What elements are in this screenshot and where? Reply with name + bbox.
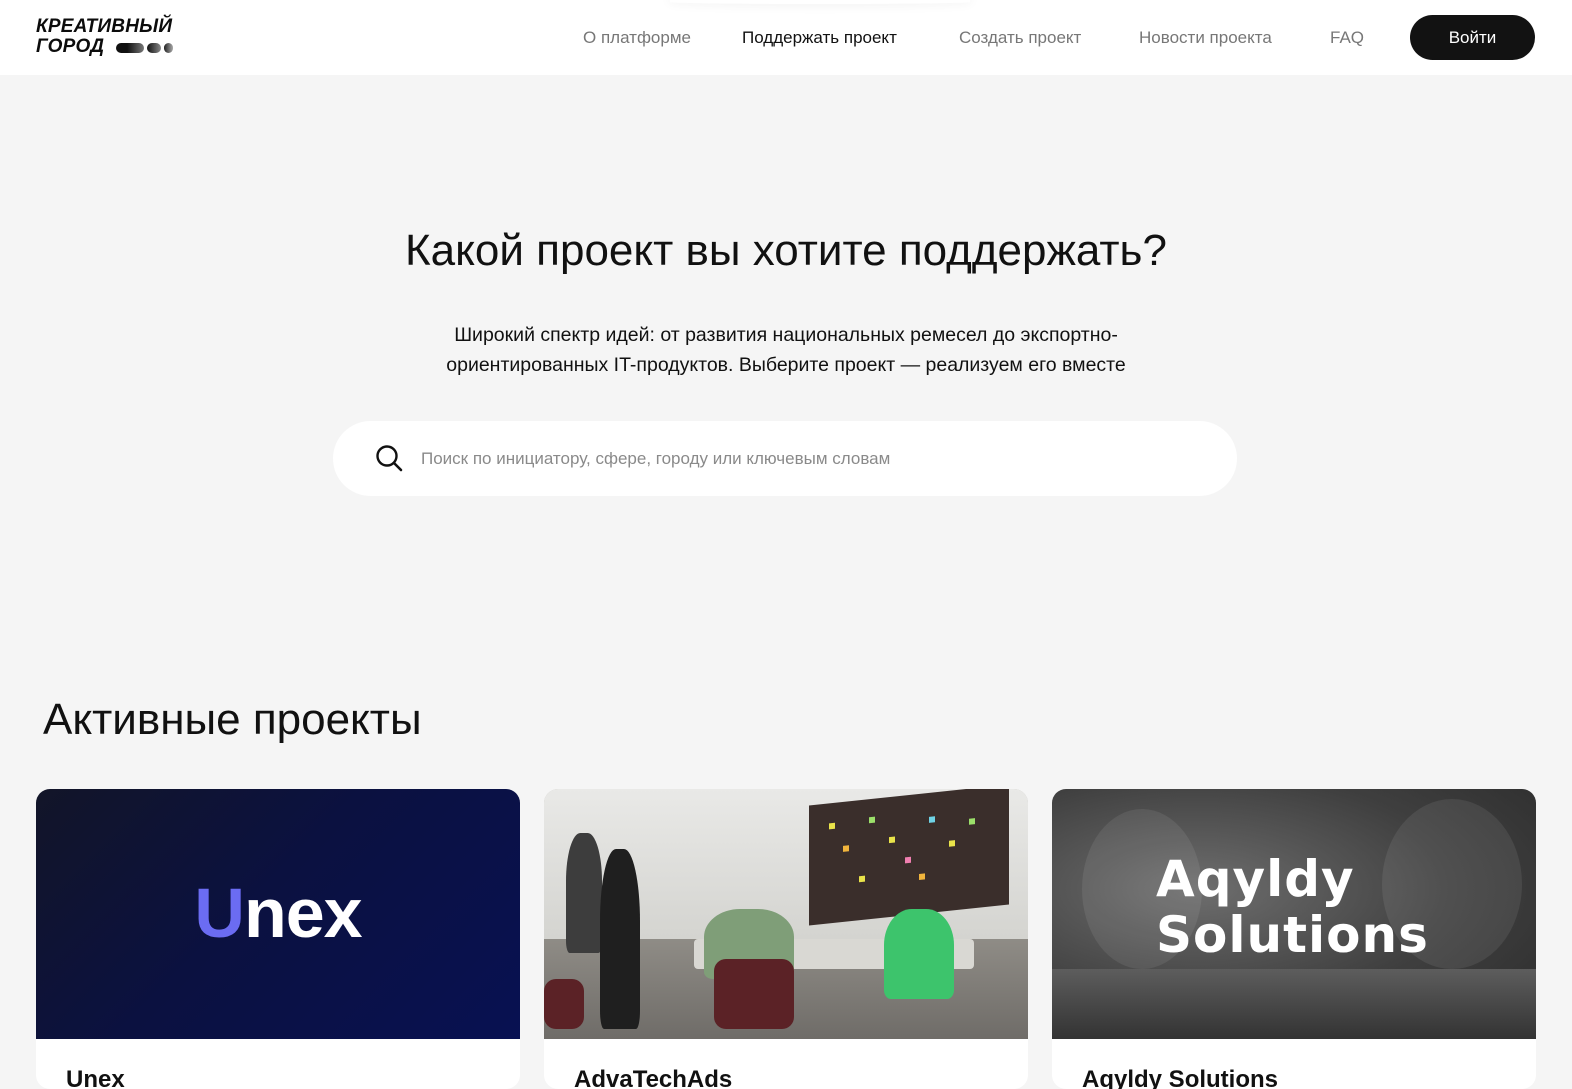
site-logo[interactable]: КРЕАТИВНЫЙ ГОРОД [36,17,186,59]
header-shadow [670,0,970,4]
search-input[interactable] [421,439,1201,479]
project-image: Unex [36,789,520,1039]
page-title: Какой проект вы хотите поддержать? [405,226,1167,275]
search-bar[interactable] [333,421,1237,496]
login-button[interactable]: Войти [1410,15,1535,60]
aqyldy-logo: Aqyldy Solutions [1156,850,1429,964]
logo-mark-icon [116,43,176,53]
search-icon[interactable] [375,444,403,472]
subtitle-line-2: ориентированных IT-продуктов. Выберите п… [446,354,1126,376]
nav-project-news[interactable]: Новости проекта [1139,26,1272,50]
nav-about[interactable]: О платформе [583,26,691,50]
project-name: Aqyldy Solutions [1082,1066,1279,1089]
page-subtitle: Широкий спектр идей: от развития национа… [386,320,1186,380]
unex-logo: Unex [194,874,362,952]
nav-faq[interactable]: FAQ [1330,26,1364,50]
subtitle-line-1: Широкий спектр идей: от развития национа… [454,324,1118,346]
project-card-aqyldy-solutions[interactable]: Aqyldy Solutions Aqyldy Solutions [1052,789,1536,1089]
project-card-unex[interactable]: Unex Unex [36,789,520,1089]
section-title-active-projects: Активные проекты [43,695,422,744]
project-image: Aqyldy Solutions [1052,789,1536,1039]
nav-create-project[interactable]: Создать проект [959,26,1081,50]
project-card-advatechads[interactable]: AdvaTechAds [544,789,1028,1089]
project-name: AdvaTechAds [574,1066,733,1089]
logo-line-2: ГОРОД [36,36,105,57]
nav-support-project[interactable]: Поддержать проект [742,26,897,50]
project-image [544,789,1028,1039]
project-name: Unex [66,1066,125,1089]
top-header: КРЕАТИВНЫЙ ГОРОД О платформе Поддержать … [0,0,1572,75]
logo-line-1: КРЕАТИВНЫЙ [36,16,173,37]
